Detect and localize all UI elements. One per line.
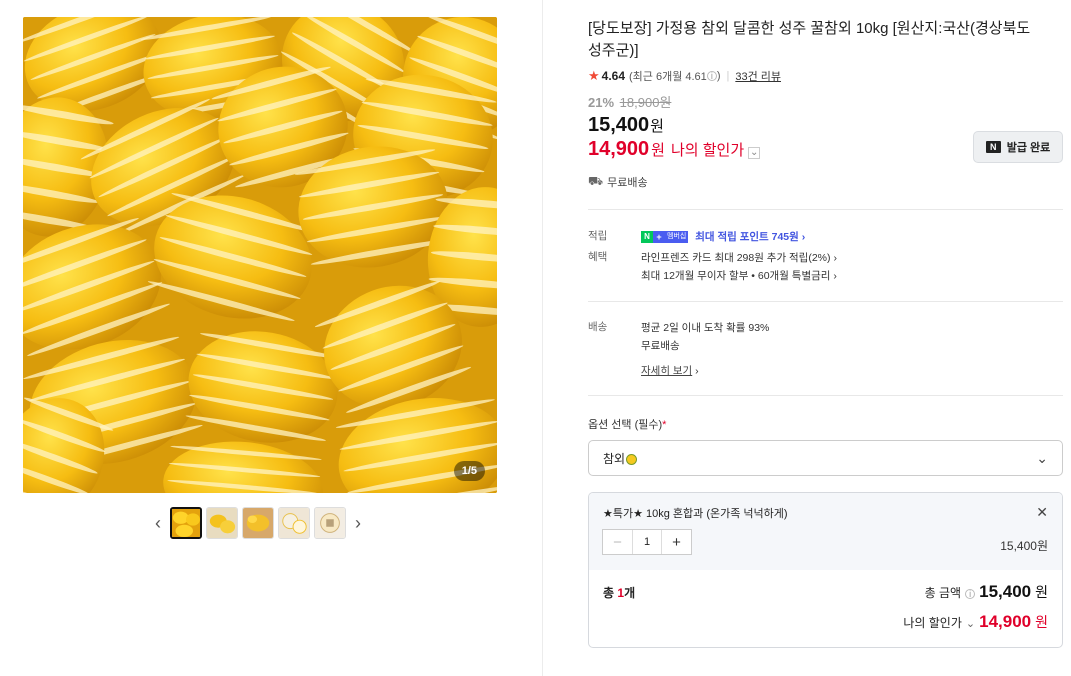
benefit-label: 혜택 <box>588 251 608 263</box>
sale-price: 15,400 <box>588 114 650 136</box>
delivery-free: 무료배송 <box>641 340 680 352</box>
thumbnail-1[interactable] <box>170 507 202 539</box>
quantity-stepper: − 1 + <box>602 529 692 555</box>
rating-value: 4.64 <box>601 69 626 83</box>
total-my-discount[interactable]: 나의 할인가 ⌄ 14,900 원 <box>903 612 1048 632</box>
points-row: 적립 N + 멤버십 최대 적립 포인트 745원 › <box>588 228 1063 246</box>
truck-icon: ⛟ <box>588 174 604 188</box>
thumbnail-5[interactable] <box>314 507 346 539</box>
selected-item-name: ★특가★ 10kg 혼합과 (온가족 넉넉하게) <box>603 508 788 520</box>
chevron-down-icon: ⌄ <box>965 618 976 630</box>
selected-item-price: 15,400원 <box>1000 539 1048 553</box>
option-label: 옵션 선택 (필수)* <box>588 419 667 431</box>
benefit-row: 혜택 라인프렌즈 카드 최대 298원 추가 적립(2%) › 최대 12개월 … <box>588 249 1063 285</box>
decrease-button[interactable]: − <box>603 530 632 554</box>
points-value[interactable]: N + 멤버십 최대 적립 포인트 745원 › <box>641 228 1063 246</box>
naver-n-icon: N <box>985 141 1001 153</box>
quantity-input[interactable]: 1 <box>632 530 662 554</box>
thumbnail-3[interactable] <box>242 507 274 539</box>
my-discount-unit: 원 <box>651 142 665 159</box>
coupon-button-label: 발급 완료 <box>1006 142 1051 154</box>
section-divider <box>588 209 1063 210</box>
thumbnail-strip: ‹ › <box>150 506 370 540</box>
delivery-more-link[interactable]: 자세히 보기 › <box>641 362 1063 380</box>
benefit-card-line[interactable]: 라인프렌즈 카드 최대 298원 추가 적립(2%) › <box>641 249 1063 267</box>
total-amount-label: 총 금액 <box>924 586 962 600</box>
option-section: 옵션 선택 (필수)* 참외 ⌄ <box>588 416 1063 476</box>
total-amount: 총 금액 i 15,400 원 <box>924 582 1048 601</box>
chevron-down-icon[interactable]: ⌄ <box>748 147 761 159</box>
selected-item: ★특가★ 10kg 혼합과 (온가족 넉넉하게) ✕ − 1 + 15,400원 <box>589 493 1062 570</box>
discount-percent: 21% <box>588 95 615 110</box>
benefit-installment-line[interactable]: 최대 12개월 무이자 할부 • 60개월 특별금리 › <box>641 267 1063 285</box>
melon-photo <box>23 17 497 493</box>
chevron-left-icon[interactable]: ‹ <box>150 508 166 538</box>
delivery-section: 배송 평균 2일 이내 도착 확률 93% 무료배송 자세히 보기 › <box>588 319 1063 380</box>
chevron-down-icon: ⌄ <box>1036 449 1048 466</box>
section-divider <box>588 301 1063 302</box>
sale-price-unit: 원 <box>650 118 664 135</box>
chevron-right-icon: › <box>801 231 806 243</box>
points-link[interactable]: 최대 적립 포인트 745원 <box>695 231 799 243</box>
column-divider <box>542 0 543 676</box>
chevron-right-icon: › <box>695 365 699 377</box>
separator: | <box>726 70 730 82</box>
my-discount-label: 나의 할인가 <box>670 142 745 159</box>
my-discount-price: 14,900 <box>588 138 650 160</box>
rating-recent-close: ) <box>716 70 721 82</box>
thumbnail-2[interactable] <box>206 507 238 539</box>
melon-icon <box>626 453 638 465</box>
info-icon[interactable]: i <box>965 589 976 599</box>
total-summary: 총 1개 총 금액 i 15,400 원 나의 할인가 ⌄ 14,900 원 <box>589 570 1062 647</box>
my-discount-total-label: 나의 할인가 <box>903 616 962 630</box>
reviews-link[interactable]: 33건 리뷰 <box>735 68 781 84</box>
required-mark: * <box>662 419 667 431</box>
points-label: 적립 <box>588 230 608 242</box>
thumbnail-4[interactable] <box>278 507 310 539</box>
total-amount-value: 15,400 <box>979 582 1032 601</box>
shipping-text: 무료배송 <box>607 177 648 189</box>
delivery-eta: 평균 2일 이내 도착 확률 93% <box>641 322 770 334</box>
chevron-right-icon[interactable]: › <box>350 508 366 538</box>
original-price: 18,900원 <box>619 95 672 110</box>
increase-button[interactable]: + <box>662 530 691 554</box>
selected-option-box: ★특가★ 10kg 혼합과 (온가족 넉넉하게) ✕ − 1 + 15,400원… <box>588 492 1063 648</box>
naver-plus-badge: N + 멤버십 <box>641 231 689 244</box>
star-icon: ★ <box>588 68 600 83</box>
info-icon[interactable]: i <box>706 71 717 81</box>
option-select[interactable]: 참외 ⌄ <box>588 440 1063 476</box>
discount-row: 21% 18,900원 <box>588 92 1063 110</box>
image-counter-badge: 1/5 <box>453 461 485 481</box>
option-selected-value: 참외 <box>603 450 638 467</box>
close-icon[interactable]: ✕ <box>1036 504 1048 521</box>
product-main-image[interactable]: 1/5 <box>23 17 497 493</box>
delivery-label: 배송 <box>588 321 608 333</box>
product-info-panel: [당도보장] 가정용 참외 달콤한 성주 꿀참외 10kg [원산지:국산(경상… <box>588 18 1063 648</box>
benefits-section: 적립 N + 멤버십 최대 적립 포인트 745원 › 혜택 라인프렌즈 카드 최대… <box>588 228 1063 285</box>
my-discount-total-value: 14,900 <box>979 612 1032 631</box>
shipping-row: ⛟ 무료배송 <box>588 174 1063 190</box>
chevron-right-icon: › <box>833 252 837 264</box>
rating-row: ★ 4.64 (최근 6개월 4.61 i ) | 33건 리뷰 <box>588 66 1063 86</box>
rating-recent: (최근 6개월 4.61 <box>629 71 707 83</box>
product-title: [당도보장] 가정용 참외 달콤한 성주 꿀참외 10kg [원산지:국산(경상… <box>588 20 1031 59</box>
coupon-issued-button[interactable]: N 발급 완료 <box>973 131 1063 163</box>
section-divider <box>588 395 1063 396</box>
chevron-right-icon: › <box>833 270 837 282</box>
